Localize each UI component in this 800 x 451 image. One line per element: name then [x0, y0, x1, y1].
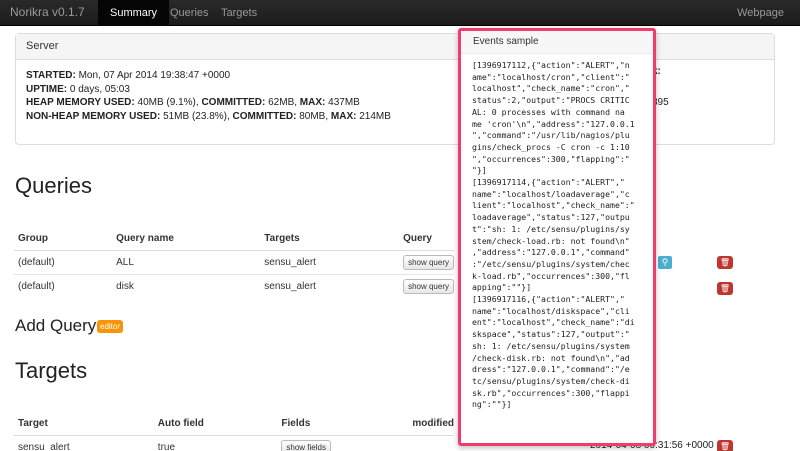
show-fields-button[interactable]: show fields: [281, 439, 331, 451]
add-query-heading: Add Query: [15, 316, 97, 335]
editor-badge[interactable]: editor: [97, 320, 124, 333]
query-target: sensu_alert: [260, 249, 400, 274]
col-auto-field: Auto field: [153, 413, 278, 436]
query-name: disk: [112, 273, 261, 298]
col-group: Group: [14, 228, 113, 251]
table-row: (default) disk sensu_alert show query: [14, 273, 454, 298]
events-sample-popover: Events sample [1396917112,{"action":"ALE…: [458, 28, 656, 446]
webpage-link[interactable]: Webpage: [737, 0, 784, 26]
table-row: (default) ALL sensu_alert show query: [14, 249, 454, 274]
target-auto-field: true: [153, 434, 278, 451]
col-query: Query: [399, 228, 454, 251]
tab-queries[interactable]: Queries: [170, 0, 209, 26]
popover-events-text: [1396917112,{"action":"ALERT","n ame":"l…: [472, 60, 635, 410]
query-group: (default): [14, 273, 113, 298]
targets-heading: Targets: [15, 358, 88, 383]
search-icon[interactable]: ⚲: [658, 256, 672, 269]
col-fields: Fields: [277, 413, 409, 436]
col-query-name: Query name: [112, 228, 261, 251]
show-query-button[interactable]: show query: [403, 278, 454, 294]
tab-summary[interactable]: Summary: [98, 0, 170, 26]
popover-title: Events sample: [461, 31, 653, 54]
queries-table: Group Query name Targets Query (default)…: [14, 228, 454, 298]
delete-query-button[interactable]: 🗑: [717, 256, 733, 269]
show-query-button[interactable]: show query: [403, 254, 454, 270]
query-name: ALL: [112, 249, 261, 274]
delete-target-button[interactable]: 🗑: [717, 440, 733, 451]
brand[interactable]: Norikra v0.1.7: [10, 5, 85, 19]
target-name: sensu_alert: [14, 434, 154, 451]
server-panel: Server STARTED: Mon, 07 Apr 2014 19:38:4…: [15, 33, 775, 145]
col-target: Target: [14, 413, 154, 436]
server-panel-title: Server: [16, 34, 774, 60]
queries-heading: Queries: [15, 173, 93, 198]
query-target: sensu_alert: [260, 273, 400, 298]
col-modified: modified: [408, 413, 454, 436]
delete-query-button[interactable]: 🗑: [717, 282, 733, 295]
col-targets: Targets: [260, 228, 400, 251]
table-row: sensu_alert true show fields: [14, 434, 454, 451]
tab-targets[interactable]: Targets: [221, 0, 257, 26]
query-group: (default): [14, 249, 113, 274]
navbar: Norikra v0.1.7 Summary Queries Targets W…: [0, 0, 800, 26]
targets-table: Target Auto field Fields modified sensu_…: [14, 413, 454, 451]
